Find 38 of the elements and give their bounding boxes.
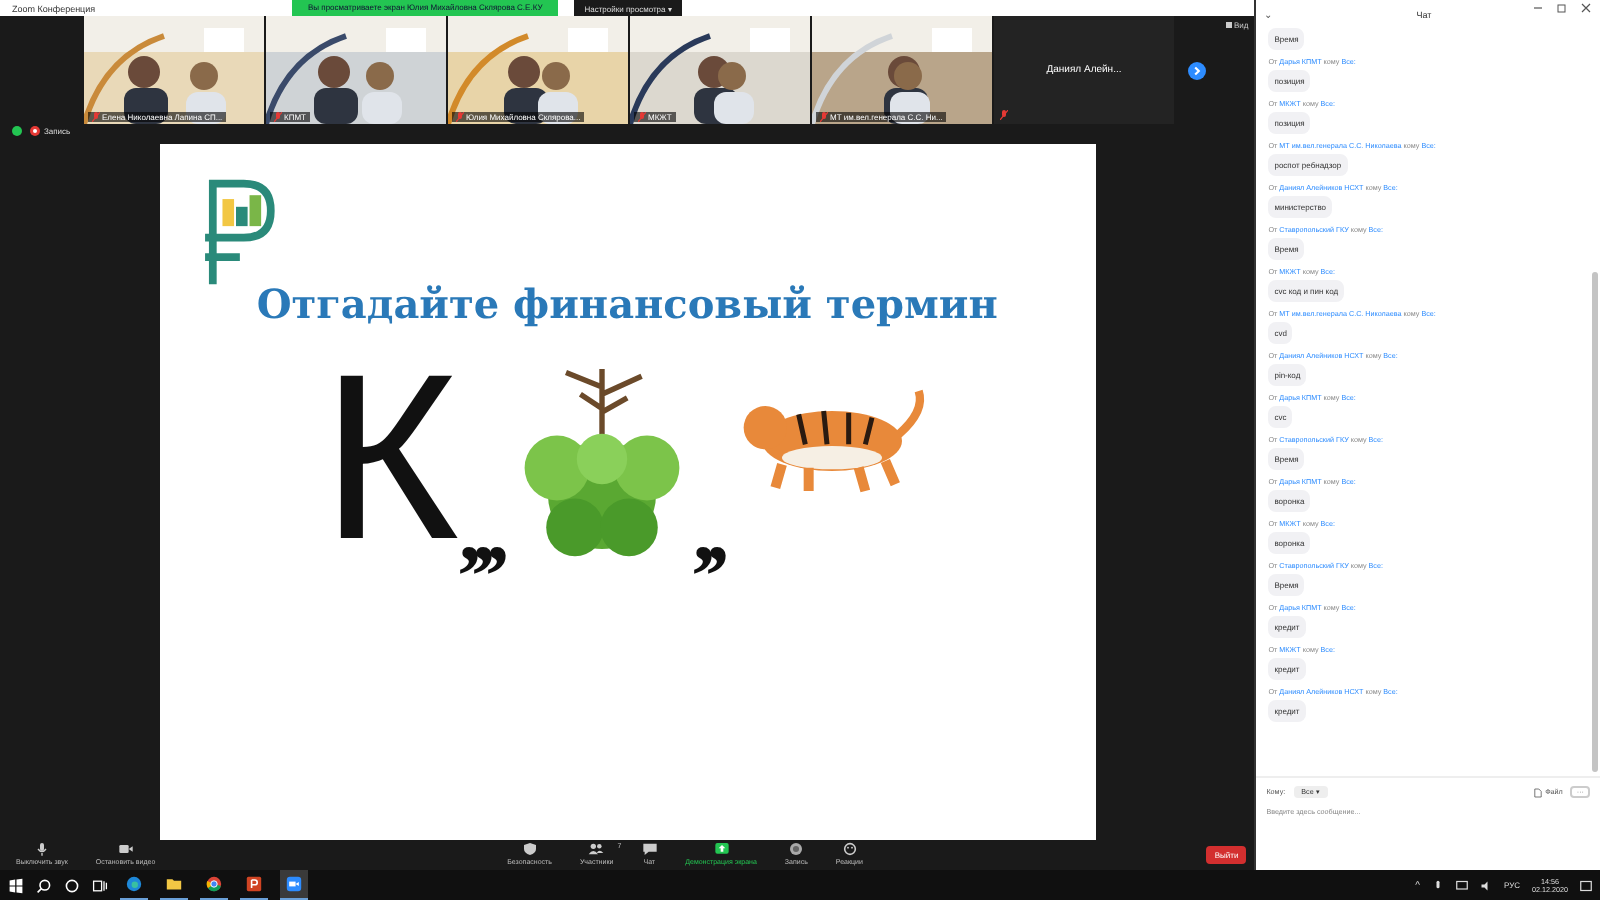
muted-mic-icon [456, 112, 464, 122]
muted-mic-icon [638, 112, 646, 122]
circle-icon[interactable] [64, 877, 80, 893]
scrollbar[interactable] [1592, 272, 1598, 772]
monitor-icon[interactable] [1455, 879, 1468, 891]
rebus-letter: К [321, 339, 459, 576]
chat-bubble-icon [641, 842, 658, 857]
microphone-icon [33, 842, 50, 857]
camera-icon [117, 842, 134, 857]
muted-mic-icon [92, 112, 100, 122]
notification-icon[interactable] [1580, 879, 1592, 891]
grid-icon [1225, 22, 1232, 28]
record-icon [30, 126, 40, 137]
taskbar-app[interactable] [280, 870, 308, 900]
muted-mic-icon [1000, 110, 1008, 120]
close-icon[interactable] [1580, 2, 1592, 14]
microphone-icon[interactable] [1431, 879, 1444, 891]
folder-icon[interactable] [166, 876, 182, 892]
file-icon [1533, 787, 1542, 797]
chrome-icon[interactable] [206, 876, 222, 892]
muted-mic-icon [820, 112, 828, 122]
powerpoint-icon[interactable] [246, 876, 262, 892]
speaker-icon[interactable] [1479, 879, 1492, 891]
minimize-icon[interactable] [1532, 2, 1544, 14]
restore-icon[interactable] [1556, 2, 1568, 14]
people-icon [588, 842, 605, 857]
slide-title: Отгадайте финансовый термин [256, 279, 998, 328]
muted-mic-icon [274, 112, 282, 122]
record-icon [788, 842, 805, 857]
smile-icon [841, 842, 858, 857]
rebus-commas: ,, [692, 487, 721, 576]
video-camera-icon[interactable] [286, 876, 302, 892]
next-page-button[interactable] [1188, 61, 1206, 79]
rebus-commas: ,,, [458, 487, 501, 576]
task-view-icon[interactable] [92, 877, 108, 893]
edge-icon[interactable] [126, 876, 142, 892]
windows-start-icon[interactable] [8, 877, 24, 893]
search-icon[interactable] [36, 877, 52, 893]
